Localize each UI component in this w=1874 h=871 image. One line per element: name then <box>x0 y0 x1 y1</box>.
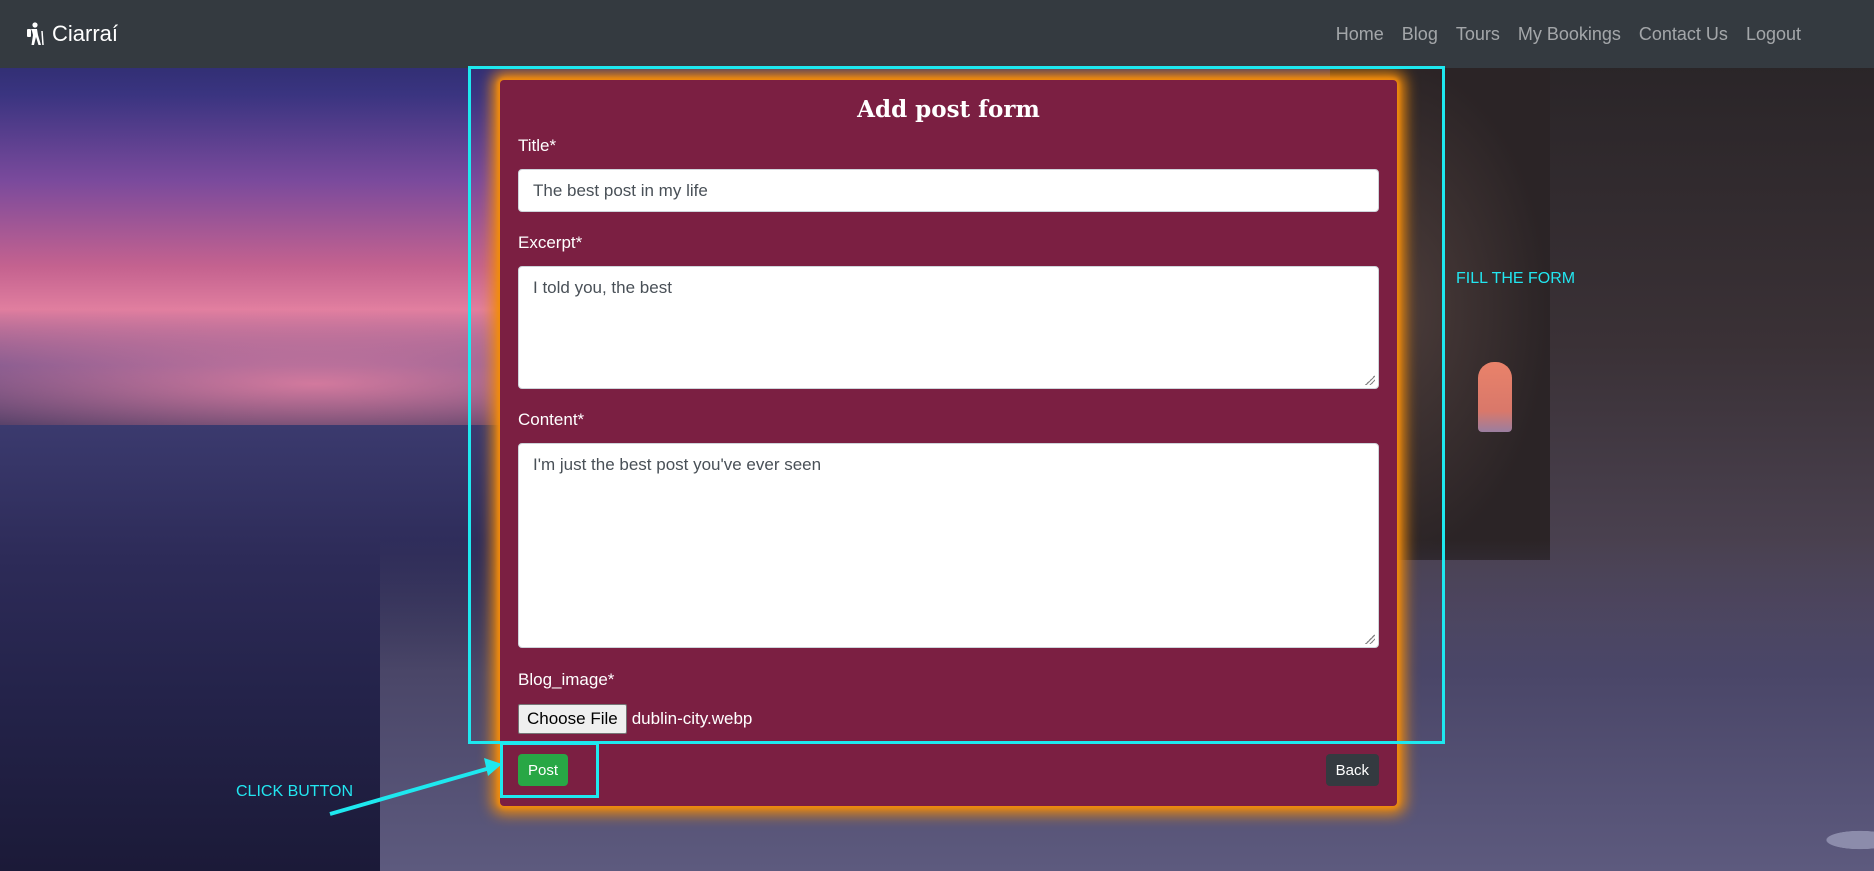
fill-form-annotation: FILL THE FORM <box>1456 270 1576 287</box>
nav-link-blog[interactable]: Blog <box>1393 24 1447 45</box>
nav-links: Home Blog Tours My Bookings Contact Us L… <box>1327 24 1810 45</box>
navbar: Ciarraí Home Blog Tours My Bookings Cont… <box>0 0 1874 68</box>
nav-link-home[interactable]: Home <box>1327 24 1393 45</box>
nav-link-tours[interactable]: Tours <box>1447 24 1509 45</box>
brand-link[interactable]: Ciarraí <box>24 21 118 47</box>
brand-name: Ciarraí <box>52 21 119 46</box>
post-button-highlight-box <box>500 742 599 798</box>
rock-arch <box>1478 362 1512 432</box>
form-highlight-box <box>468 66 1445 744</box>
click-button-annotation: CLICK BUTTON <box>236 783 354 800</box>
back-button[interactable]: Back <box>1325 754 1379 786</box>
nav-link-my-bookings[interactable]: My Bookings <box>1509 24 1630 45</box>
nav-link-logout[interactable]: Logout <box>1737 24 1810 45</box>
nav-link-contact-us[interactable]: Contact Us <box>1630 24 1737 45</box>
hiker-icon <box>27 22 44 46</box>
